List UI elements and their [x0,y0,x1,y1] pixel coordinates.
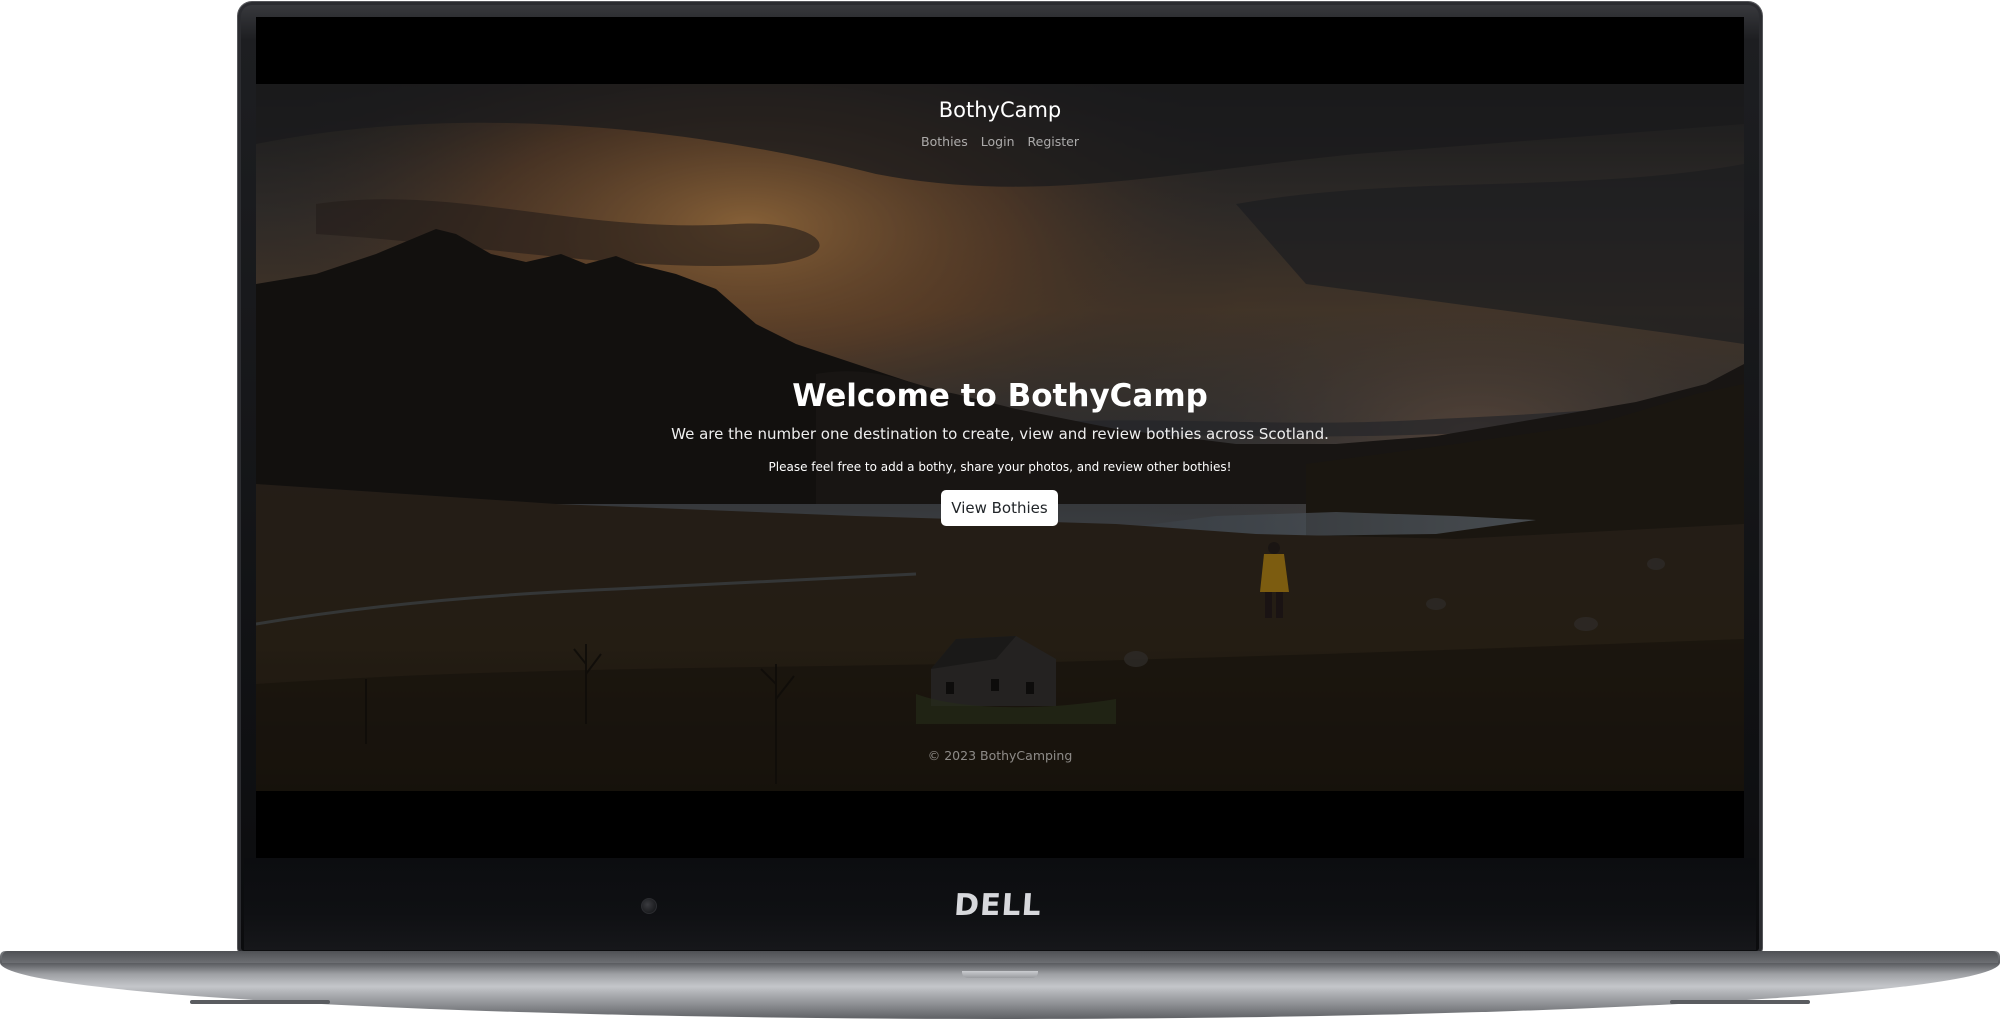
site-footer: © 2023 BothyCamping [927,748,1073,763]
browser-viewport: BothyCamp Bothies Login Register Welcome… [256,84,1744,791]
webcam-icon [641,898,657,914]
view-bothies-button[interactable]: View Bothies [941,490,1058,526]
lid-opening-notch [962,971,1038,978]
dell-logo: DELL [952,887,1044,923]
nav-link-login[interactable]: Login [981,134,1015,149]
base-vent-left [190,1000,330,1004]
laptop-mockup: DELL BothyCamp Bothies Login Register We… [0,0,2000,1019]
hero-subtext: Please feel free to add a bothy, share y… [768,460,1232,474]
nav-link-register[interactable]: Register [1028,134,1079,149]
hero-lead: We are the number one destination to cre… [671,425,1329,443]
main-nav: Bothies Login Register [256,134,1744,149]
site-brand[interactable]: BothyCamp [256,98,1744,122]
hero-title: Welcome to BothyCamp [792,378,1208,414]
nav-link-bothies[interactable]: Bothies [921,134,968,149]
bothycamp-home: BothyCamp Bothies Login Register Welcome… [256,84,1744,791]
laptop-base-edge [2,951,1998,963]
base-vent-right [1670,1000,1810,1004]
